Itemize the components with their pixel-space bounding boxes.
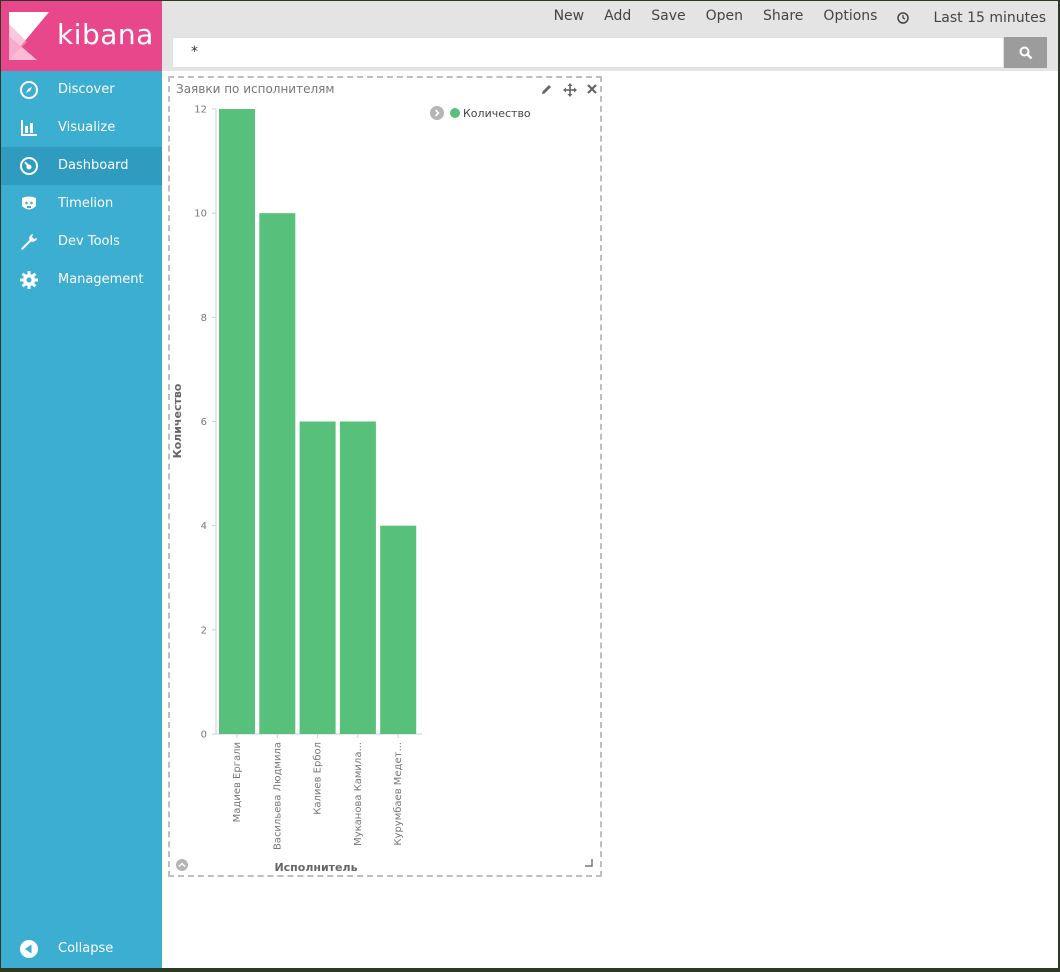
sidebar-item-label: Timelion bbox=[58, 196, 114, 211]
sidebar-item-label: Discover bbox=[58, 82, 115, 97]
top-menu: New Add Save Open Share Options Last 15 … bbox=[534, 8, 1046, 28]
add-button[interactable]: Add bbox=[604, 8, 631, 28]
y-tick-label: 8 bbox=[201, 313, 207, 324]
collapse-label: Collapse bbox=[58, 941, 114, 956]
sidebar-item-label: Visualize bbox=[58, 120, 116, 135]
y-tick-label: 4 bbox=[201, 521, 207, 532]
wrench-icon bbox=[21, 234, 37, 250]
y-tick-label: 10 bbox=[194, 209, 207, 220]
y-axis-title: Количество bbox=[171, 383, 184, 458]
kibana-logo[interactable]: kibana bbox=[1, 1, 162, 71]
sidebar-item-label: Dashboard bbox=[58, 158, 129, 173]
y-tick-label: 0 bbox=[201, 730, 207, 741]
sidebar-item-dev-tools[interactable]: Dev Tools bbox=[1, 223, 162, 261]
bar-1 bbox=[219, 109, 255, 734]
bar-chart: 0 2 4 6 8 10 12 Мадиев Ергали Васильева Людмила К… bbox=[171, 105, 422, 874]
sidebar-item-management[interactable]: Management bbox=[1, 261, 162, 299]
chevron-up-icon[interactable] bbox=[176, 859, 188, 871]
logo-text: kibana bbox=[57, 18, 154, 51]
save-button[interactable]: Save bbox=[651, 8, 685, 28]
time-picker-button[interactable]: Last 15 minutes bbox=[897, 8, 1046, 28]
compass-icon bbox=[20, 81, 38, 99]
sidebar-item-discover[interactable]: Discover bbox=[1, 71, 162, 109]
clock-icon bbox=[897, 12, 910, 24]
sidebar-item-dashboard[interactable]: Dashboard bbox=[1, 147, 162, 185]
top-navigation-bar: New Add Save Open Share Options Last 15 … bbox=[162, 1, 1058, 71]
y-tick-label: 12 bbox=[194, 105, 207, 116]
dashboard-panel: Заявки по исполнителям Количество 0 2 4 … bbox=[168, 76, 602, 877]
open-button[interactable]: Open bbox=[706, 8, 743, 28]
sidebar-item-visualize[interactable]: Visualize bbox=[1, 109, 162, 147]
share-button[interactable]: Share bbox=[763, 8, 803, 28]
sidebar: kibana Discover Visualize Dashboard Time… bbox=[1, 1, 162, 968]
bar-3 bbox=[299, 421, 336, 734]
bar-4 bbox=[339, 421, 376, 734]
sidebar-item-label: Management bbox=[58, 272, 144, 287]
search-icon bbox=[1019, 46, 1032, 59]
x-tick-label: Мадиев Ергали bbox=[232, 742, 243, 822]
timelion-icon bbox=[22, 196, 36, 210]
y-tick-label: 6 bbox=[201, 417, 207, 428]
search-button[interactable] bbox=[1004, 37, 1047, 68]
dashboard-icon bbox=[20, 157, 38, 175]
bar-chart-icon bbox=[21, 120, 37, 136]
x-tick-label: Васильева Людмила bbox=[272, 742, 283, 850]
sidebar-collapse-button[interactable]: Collapse bbox=[1, 930, 162, 968]
gear-icon bbox=[20, 271, 38, 289]
x-tick-label: Калиев Ербол bbox=[313, 742, 324, 815]
options-button[interactable]: Options bbox=[823, 8, 877, 28]
kibana-logo-icon bbox=[9, 12, 49, 60]
collapse-left-icon bbox=[20, 940, 38, 958]
sidebar-item-timelion[interactable]: Timelion bbox=[1, 185, 162, 223]
sidebar-item-label: Dev Tools bbox=[58, 234, 120, 249]
resize-handle-icon[interactable] bbox=[585, 859, 593, 867]
time-picker-label: Last 15 minutes bbox=[933, 10, 1046, 26]
bar-2 bbox=[259, 213, 296, 734]
x-axis-title: Исполнитель bbox=[274, 861, 357, 874]
kibana-app: kibana Discover Visualize Dashboard Time… bbox=[1, 1, 1058, 968]
search-input[interactable]: * bbox=[172, 37, 1004, 68]
x-tick-label: Курумбаев Медет... bbox=[393, 742, 404, 846]
bar-5 bbox=[380, 525, 417, 734]
x-tick-label: Муканова Камила... bbox=[353, 742, 364, 846]
new-button[interactable]: New bbox=[554, 8, 585, 28]
y-tick-label: 2 bbox=[201, 625, 207, 636]
